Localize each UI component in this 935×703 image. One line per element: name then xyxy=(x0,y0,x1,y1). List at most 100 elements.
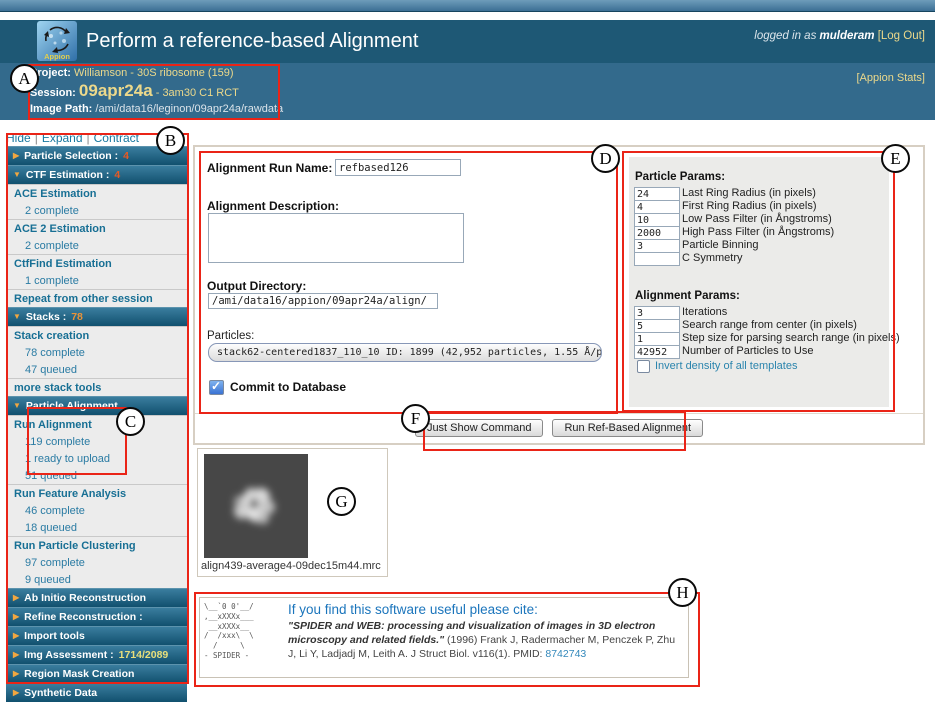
run-name-input[interactable] xyxy=(335,159,461,176)
sidebar-contract-link[interactable]: Contract xyxy=(94,131,139,145)
sidebar-item-more-stack-tools[interactable]: more stack tools xyxy=(6,378,187,396)
invert-density-checkbox[interactable] xyxy=(637,360,650,373)
annotation-letter-d: D xyxy=(591,144,620,173)
sidebar-section-import-tools[interactable]: ▶Import tools xyxy=(6,626,187,645)
particle-params-title: Particle Params: xyxy=(635,171,725,183)
search-range-input[interactable] xyxy=(634,319,680,333)
high-pass-filter-label: High Pass Filter (in Ångstroms) xyxy=(682,226,834,238)
sidebar-subitem[interactable]: 9 queued xyxy=(6,571,187,588)
chevron-down-icon: ▼ xyxy=(13,313,21,321)
count-badge: 4 xyxy=(114,169,120,181)
session-name[interactable]: 09apr24a xyxy=(79,81,153,100)
image-path-value: /ami/data16/leginon/09apr24a/rawdata xyxy=(95,103,283,115)
c-symmetry-input[interactable] xyxy=(634,252,680,266)
sidebar-section-ab-initio[interactable]: ▶Ab Initio Reconstruction xyxy=(6,588,187,607)
sidebar-subitem[interactable]: 2 complete xyxy=(6,202,187,219)
thumbnail-filename: align439-average4-09dec15m44.mrc xyxy=(201,560,381,572)
step-size-label: Step size for parsing search range (in p… xyxy=(682,332,900,344)
count-badge: 4 xyxy=(123,150,129,162)
particle-class-average-image xyxy=(204,454,308,558)
sidebar-item-ctffind-estimation[interactable]: CtfFind Estimation xyxy=(6,254,187,272)
sidebar-subitem[interactable]: 51 queued xyxy=(6,467,187,484)
session-suffix: - 3am30 C1 RCT xyxy=(156,87,239,99)
login-status: logged in as mulderam [Log Out] xyxy=(754,30,925,42)
invert-density-label[interactable]: Invert density of all templates xyxy=(655,360,797,372)
sidebar-subitem[interactable]: 1 complete xyxy=(6,272,187,289)
last-ring-radius-label: Last Ring Radius (in pixels) xyxy=(682,187,816,199)
description-textarea[interactable] xyxy=(208,213,464,263)
low-pass-filter-label: Low Pass Filter (in Ångstroms) xyxy=(682,213,832,225)
particle-binning-input[interactable] xyxy=(634,239,680,253)
just-show-command-button[interactable]: Just Show Command xyxy=(415,419,544,437)
iterations-input[interactable] xyxy=(634,306,680,320)
sidebar-subitem[interactable]: 2 complete xyxy=(6,237,187,254)
citation-heading: If you find this software useful please … xyxy=(288,602,682,617)
first-ring-radius-label: First Ring Radius (in pixels) xyxy=(682,200,816,212)
first-ring-radius-input[interactable] xyxy=(634,200,680,214)
appion-stats-link[interactable]: [Appion Stats] xyxy=(857,72,926,84)
logo-caption: Appion xyxy=(44,52,70,61)
citation-panel: \__`0 0'__/ ,__xXXXx___ __xXXXx__ / /xxx… xyxy=(199,597,689,678)
chevron-right-icon: ▶ xyxy=(13,594,19,602)
chevron-right-icon: ▶ xyxy=(13,632,19,640)
particles-select[interactable]: stack62-centered1837_110_10 ID: 1899 (42… xyxy=(208,343,602,362)
run-ref-based-alignment-button[interactable]: Run Ref-Based Alignment xyxy=(552,419,703,437)
page-title: Perform a reference-based Alignment xyxy=(86,30,418,53)
sidebar-subitem[interactable]: 78 complete xyxy=(6,344,187,361)
chevron-right-icon: ▶ xyxy=(13,670,19,678)
session-label: Session: xyxy=(30,87,76,99)
sidebar-expand-link[interactable]: Expand xyxy=(42,131,83,145)
sidebar-subitem[interactable]: 18 queued xyxy=(6,519,187,536)
sidebar-section-img-assessment[interactable]: ▶Img Assessment :1714/2089 xyxy=(6,645,187,664)
spider-ascii-art: \__`0 0'__/ ,__xXXXx___ __xXXXx__ / /xxx… xyxy=(200,598,284,677)
output-dir-input[interactable] xyxy=(208,293,438,309)
num-particles-input[interactable] xyxy=(634,345,680,359)
sidebar-section-stacks[interactable]: ▼Stacks :78 xyxy=(6,307,187,326)
iterations-label: Iterations xyxy=(682,306,727,318)
commit-label: Commit to Database xyxy=(230,380,346,394)
sidebar-item-run-particle-clustering[interactable]: Run Particle Clustering xyxy=(6,536,187,554)
chevron-right-icon: ▶ xyxy=(13,651,19,659)
particles-selected-value: stack62-centered1837_110_10 ID: 1899 (42… xyxy=(209,347,602,358)
sidebar-item-ace-estimation[interactable]: ACE Estimation xyxy=(6,184,187,202)
sidebar-section-synthetic-data[interactable]: ▶Synthetic Data xyxy=(6,683,187,702)
reference-thumbnail-panel: align439-average4-09dec15m44.mrc xyxy=(197,448,388,577)
last-ring-radius-input[interactable] xyxy=(634,187,680,201)
search-range-label: Search range from center (in pixels) xyxy=(682,319,857,331)
sidebar-subitem[interactable]: 46 complete xyxy=(6,502,187,519)
logout-link[interactable]: [Log Out] xyxy=(878,30,925,42)
annotation-letter-a: A xyxy=(10,64,39,93)
low-pass-filter-input[interactable] xyxy=(634,213,680,227)
alignment-params-title: Alignment Params: xyxy=(635,290,740,302)
high-pass-filter-input[interactable] xyxy=(634,226,680,240)
c-symmetry-label: C Symmetry xyxy=(682,252,743,264)
session-info: Project: Williamson - 30S ribosome (159)… xyxy=(30,66,283,117)
annotation-letter-e: E xyxy=(881,144,910,173)
chevron-down-icon: ▼ xyxy=(13,171,21,179)
sidebar-subitem[interactable]: 97 complete xyxy=(6,554,187,571)
sidebar-subitem[interactable]: 119 complete xyxy=(6,433,187,450)
sidebar-item-ace2-estimation[interactable]: ACE 2 Estimation xyxy=(6,219,187,237)
sidebar-section-region-mask[interactable]: ▶Region Mask Creation xyxy=(6,664,187,683)
username: mulderam xyxy=(820,30,875,42)
particle-binning-label: Particle Binning xyxy=(682,239,758,251)
step-size-input[interactable] xyxy=(634,332,680,346)
run-name-label: Alignment Run Name: xyxy=(207,161,332,175)
commit-checkbox[interactable] xyxy=(209,380,224,395)
sidebar-item-stack-creation[interactable]: Stack creation xyxy=(6,326,187,344)
sidebar-section-ctf-estimation[interactable]: ▼CTF Estimation :4 xyxy=(6,165,187,184)
annotation-letter-f: F xyxy=(401,404,430,433)
sidebar-subitem[interactable]: 1 ready to upload xyxy=(6,450,187,467)
pmid-link[interactable]: 8742743 xyxy=(545,648,586,660)
sidebar-hide-link[interactable]: Hide xyxy=(6,131,31,145)
description-label: Alignment Description: xyxy=(207,199,339,213)
appion-page: Appion Perform a reference-based Alignme… xyxy=(0,0,935,703)
sidebar-item-repeat-session[interactable]: Repeat from other session xyxy=(6,289,187,307)
count-badge: 78 xyxy=(71,311,83,323)
sidebar-item-run-alignment[interactable]: Run Alignment xyxy=(6,415,187,433)
sidebar-item-run-feature-analysis[interactable]: Run Feature Analysis xyxy=(6,484,187,502)
sidebar-section-refine-reconstruction[interactable]: ▶Refine Reconstruction : xyxy=(6,607,187,626)
sidebar-subitem[interactable]: 47 queued xyxy=(6,361,187,378)
project-value[interactable]: Williamson - 30S ribosome (159) xyxy=(74,67,234,79)
sidebar-section-particle-alignment[interactable]: ▼Particle Alignment xyxy=(6,396,187,415)
